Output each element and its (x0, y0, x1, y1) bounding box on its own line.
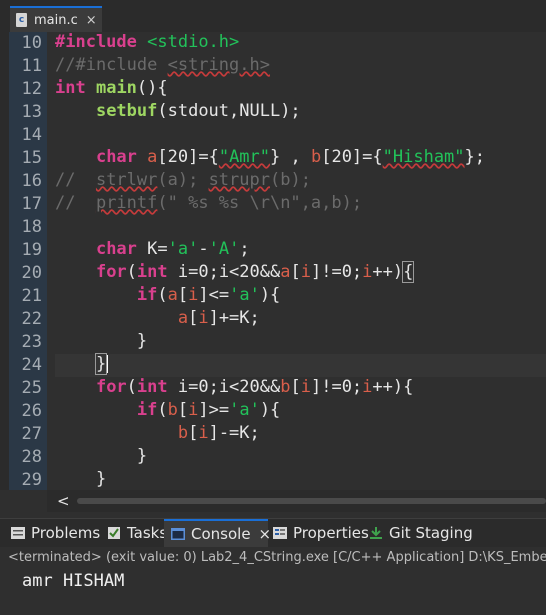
console-output-area[interactable]: amr HISHAM (0, 568, 546, 615)
line-number: 13 (21, 102, 42, 122)
line-number: 29 (21, 470, 42, 490)
line-number: 23 (21, 332, 42, 352)
overview-ruler (0, 32, 9, 490)
line-number: 24 (21, 355, 42, 375)
code-line: if(a[i]<='a'){ (136, 285, 281, 305)
c-file-icon: c (16, 13, 27, 27)
git-staging-icon (368, 526, 384, 540)
line-number: 19 (21, 240, 42, 260)
editor-tab-bar: c main.c × (0, 0, 546, 32)
code-line: } (95, 469, 107, 489)
tab-label: Console (191, 525, 251, 543)
code-line: } (136, 446, 148, 466)
code-line: } (136, 331, 148, 351)
code-line: b[i]-=K; (177, 423, 260, 443)
line-number: 18 (21, 217, 42, 237)
current-code-line: } (55, 353, 546, 377)
tasks-icon (106, 526, 122, 540)
tab-main-c[interactable]: c main.c × (10, 6, 102, 32)
code-line: // printf(" %s %s \r\n",a,b); (55, 193, 363, 213)
code-line: char a[20]={"Amr"} , b[20]={"Hisham"}; (95, 147, 486, 167)
line-number: 14 (21, 125, 42, 145)
line-number: 15 (21, 148, 42, 168)
line-number: 10 (21, 33, 42, 53)
close-icon[interactable]: × (86, 13, 97, 28)
bracket-match: { (402, 261, 415, 283)
horizontal-scrollbar[interactable]: < (47, 490, 546, 512)
line-number: 17 (21, 194, 42, 214)
tab-label: Properties (293, 524, 369, 542)
code-line: for(int i=0;i<20&&b[i]!=0;i++){ (95, 377, 414, 397)
code-line: // strlwr(a); strupr(b); (55, 170, 311, 190)
tab-label: Problems (31, 524, 101, 542)
tab-label: Git Staging (389, 524, 473, 542)
code-line: #include <stdio.h> (55, 32, 240, 52)
console-output: amr HISHAM (22, 571, 125, 591)
line-number: 21 (21, 286, 42, 306)
tab-tasks[interactable]: Tasks (106, 519, 167, 547)
code-line: int main(){ (55, 78, 168, 98)
line-number: 12 (21, 79, 42, 99)
line-number: 26 (21, 401, 42, 421)
line-number: 20 (21, 263, 42, 283)
console-icon (170, 527, 186, 541)
text-caret (107, 355, 109, 373)
tab-git-staging[interactable]: Git Staging (368, 519, 473, 547)
code-line: //#include <string.h> (55, 55, 270, 75)
line-number: 27 (21, 424, 42, 444)
code-line: setbuf(stdout,NULL); (95, 101, 301, 121)
tab-label: main.c (34, 12, 78, 28)
line-number-gutter: 10 11 12 13 14 15 16 17 18 19 20 21 22 2… (9, 32, 47, 490)
line-number: 22 (21, 309, 42, 329)
line-number: 25 (21, 378, 42, 398)
scroll-left-icon[interactable]: < (57, 490, 70, 512)
tab-console[interactable]: Console × (164, 519, 271, 547)
problems-icon (10, 526, 26, 540)
close-icon[interactable]: × (259, 525, 272, 543)
line-number: 16 (21, 171, 42, 191)
properties-icon (272, 526, 288, 540)
code-line: a[i]+=K; (177, 308, 260, 328)
console-status: <terminated> (exit value: 0) Lab2_4_CStr… (0, 548, 546, 568)
code-line: for(int i=0;i<20&&a[i]!=0;i++){ (95, 261, 415, 283)
tab-problems[interactable]: Problems (10, 519, 100, 547)
code-line: if(b[i]>='a'){ (136, 400, 281, 420)
tab-properties[interactable]: Properties (272, 519, 369, 547)
scrollbar-thumb[interactable] (77, 498, 546, 504)
code-editor[interactable]: 10 11 12 13 14 15 16 17 18 19 20 21 22 2… (0, 32, 546, 490)
tab-label: Tasks (127, 524, 168, 542)
line-number: 28 (21, 447, 42, 467)
code-line: char K='a'-'A'; (95, 239, 250, 259)
line-number: 11 (21, 56, 42, 76)
view-tab-bar: Problems Tasks Console × Properties Git … (0, 518, 546, 547)
